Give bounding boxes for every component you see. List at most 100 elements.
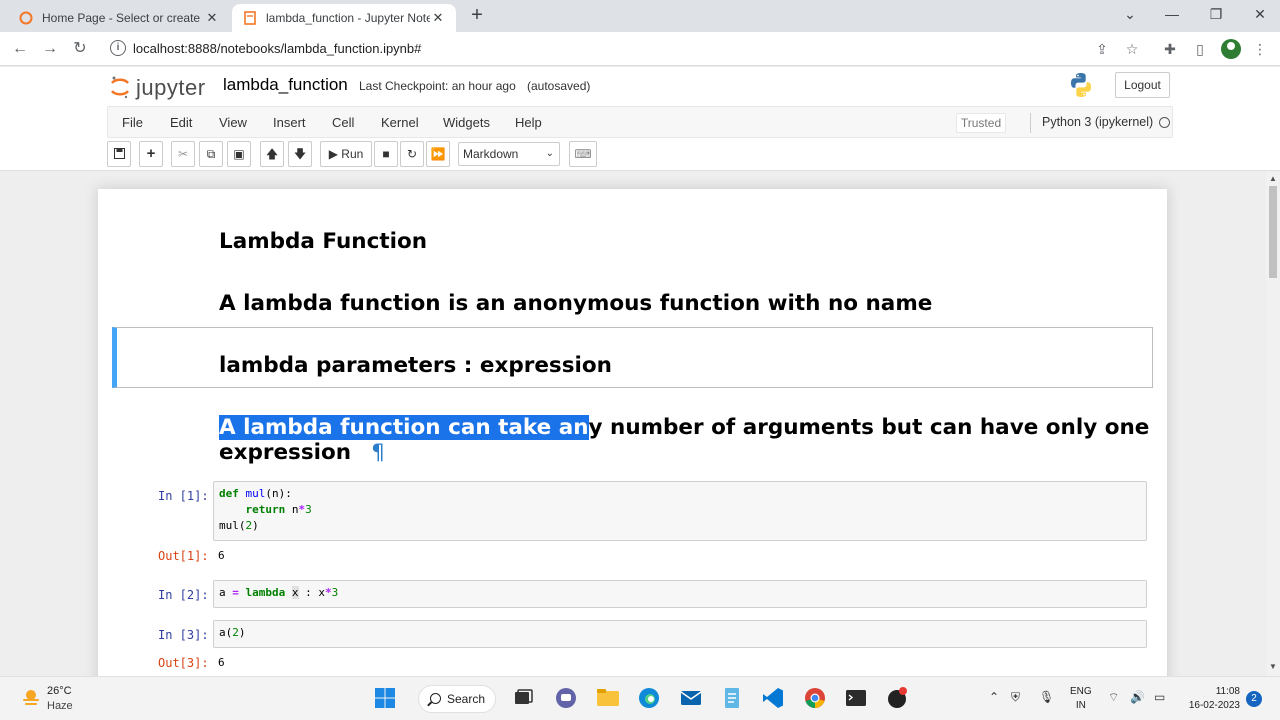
cut-scissors-icon[interactable]: ✂ xyxy=(171,141,195,167)
copy-icon[interactable]: ⧉ xyxy=(199,141,223,167)
menu-view[interactable]: View xyxy=(219,115,247,130)
search-icon xyxy=(430,693,441,704)
vertical-scrollbar[interactable]: ▲ ▼ xyxy=(1266,172,1280,676)
paste-clipboard-icon[interactable]: ▣ xyxy=(227,141,251,167)
menu-help[interactable]: Help xyxy=(515,115,542,130)
windows-start-icon[interactable] xyxy=(372,685,398,711)
python-logo-icon xyxy=(1071,73,1091,97)
command-palette-keyboard-icon[interactable]: ⌨ xyxy=(569,141,597,167)
minimize-button[interactable]: — xyxy=(1152,4,1192,26)
new-tab-button[interactable]: + xyxy=(466,5,488,26)
close-tab-icon[interactable]: ✕ xyxy=(204,10,220,26)
move-down-arrow-icon[interactable]: 🡇 xyxy=(288,141,312,167)
code-number: 2 xyxy=(245,519,253,532)
kernel-name[interactable]: Python 3 (ipykernel) xyxy=(1042,115,1153,129)
teams-chat-icon[interactable] xyxy=(553,685,579,711)
output-text: 6 xyxy=(218,549,225,562)
bookmark-star-icon[interactable]: ☆ xyxy=(1122,40,1142,60)
browser-menu-icon[interactable]: ⋮ xyxy=(1250,40,1270,60)
recorder-app-icon[interactable] xyxy=(884,685,910,711)
close-window-button[interactable]: ✕ xyxy=(1240,4,1280,26)
code-cell-3[interactable]: a(2) xyxy=(213,620,1147,648)
notebook-name[interactable]: lambda_function xyxy=(223,75,348,95)
menu-edit[interactable]: Edit xyxy=(170,115,192,130)
show-hidden-icons-chevron-icon[interactable]: ⌃ xyxy=(989,690,999,704)
chevron-down-icon: ⌄ xyxy=(545,148,554,159)
taskbar-search[interactable]: Search xyxy=(418,685,496,713)
browser-tab-strip: Home Page - Select or create a n ✕ lambd… xyxy=(0,0,1280,32)
chrome-browser-icon[interactable] xyxy=(802,685,828,711)
move-up-arrow-icon[interactable]: 🡅 xyxy=(260,141,284,167)
anchor-link-pilcrow[interactable]: ¶ xyxy=(371,440,385,465)
security-shield-icon[interactable]: ⛨ xyxy=(1011,690,1020,705)
scrollbar-thumb[interactable] xyxy=(1269,186,1277,278)
markdown-heading-syntax[interactable]: lambda parameters : expression xyxy=(219,353,612,378)
code-cell-2[interactable]: a = lambda x : x*3 xyxy=(213,580,1147,608)
system-clock[interactable]: 11:08 16-02-2023 xyxy=(1186,685,1240,713)
insert-cell-plus-icon[interactable]: + xyxy=(139,141,163,167)
markdown-heading-anonymous[interactable]: A lambda function is an anonymous functi… xyxy=(219,291,932,316)
menu-widgets[interactable]: Widgets xyxy=(443,115,490,130)
trusted-badge[interactable]: Trusted xyxy=(956,113,1006,133)
save-icon[interactable] xyxy=(107,141,131,167)
volume-icon[interactable]: 🔊 xyxy=(1130,690,1145,704)
edge-browser-icon[interactable] xyxy=(636,685,662,711)
terminal-icon[interactable] xyxy=(843,685,869,711)
wifi-icon[interactable]: ⌔ xyxy=(1108,690,1119,705)
back-arrow-icon[interactable]: ← xyxy=(8,38,32,60)
markdown-heading-lambda-function[interactable]: Lambda Function xyxy=(219,229,427,254)
menu-cell[interactable]: Cell xyxy=(332,115,354,130)
restart-run-all-icon[interactable]: ⏩ xyxy=(426,141,450,167)
close-tab-icon[interactable]: ✕ xyxy=(430,10,446,26)
side-panel-icon[interactable]: ▯ xyxy=(1190,40,1210,60)
menu-insert[interactable]: Insert xyxy=(273,115,306,130)
task-view-icon[interactable] xyxy=(510,685,536,711)
jupyter-logo-icon xyxy=(111,76,129,99)
vscode-icon[interactable] xyxy=(760,685,786,711)
region-code: IN xyxy=(1075,700,1086,711)
url-text: localhost:8888/notebooks/lambda_function… xyxy=(133,41,422,56)
reload-icon[interactable]: ↻ xyxy=(68,38,92,60)
scroll-down-arrow-icon[interactable]: ▼ xyxy=(1268,662,1278,671)
jupyter-menubar: File Edit View Insert Cell Kernel Widget… xyxy=(107,106,1173,138)
input-language[interactable]: ENG IN xyxy=(1070,685,1092,713)
battery-icon[interactable]: ▭ xyxy=(1154,690,1165,704)
cell-type-select[interactable]: Markdown ⌄ xyxy=(458,142,560,166)
notepad-icon[interactable] xyxy=(719,685,745,711)
scroll-up-arrow-icon[interactable]: ▲ xyxy=(1268,174,1278,183)
forward-arrow-icon[interactable]: → xyxy=(38,38,62,60)
address-bar[interactable]: i localhost:8888/notebooks/lambda_functi… xyxy=(104,36,1154,62)
tab-search-icon[interactable]: ⌄ xyxy=(1110,4,1150,26)
jupyter-logo[interactable]: jupyter xyxy=(110,73,210,103)
microphone-icon[interactable]: 🎙 xyxy=(1039,690,1054,704)
restore-button[interactable]: ❐ xyxy=(1196,4,1236,26)
tab-home-page[interactable]: Home Page - Select or create a n ✕ xyxy=(8,4,230,32)
mail-icon[interactable] xyxy=(678,685,704,711)
clock-date: 16-02-2023 xyxy=(1188,700,1240,711)
input-prompt: In [1]: xyxy=(158,489,209,503)
profile-avatar[interactable] xyxy=(1221,39,1241,59)
run-button[interactable]: ▶ Run xyxy=(320,141,372,167)
file-explorer-icon[interactable] xyxy=(595,685,621,711)
play-icon: ▶ xyxy=(328,147,338,161)
autosave-status: (autosaved) xyxy=(527,79,591,93)
code-cell-1[interactable]: def mul(n): return n*3 mul(2) xyxy=(213,481,1147,541)
share-icon[interactable]: ⇪ xyxy=(1092,40,1112,60)
markdown-heading-arguments[interactable]: A lambda function can take any number of… xyxy=(219,415,1149,465)
menu-kernel[interactable]: Kernel xyxy=(381,115,419,130)
extensions-puzzle-icon[interactable]: ✚ xyxy=(1160,40,1180,60)
notebook-container: Lambda Function A lambda function is an … xyxy=(98,189,1167,676)
input-prompt: In [3]: xyxy=(158,628,209,642)
tab-lambda-function[interactable]: lambda_function - Jupyter Noteb ✕ xyxy=(232,4,456,32)
restart-kernel-icon[interactable]: ↻ xyxy=(400,141,424,167)
site-info-icon[interactable]: i xyxy=(110,40,126,56)
haze-weather-icon[interactable] xyxy=(20,687,42,709)
logout-button[interactable]: Logout xyxy=(1115,72,1170,98)
interrupt-stop-icon[interactable]: ■ xyxy=(374,141,398,167)
notification-badge[interactable]: 2 xyxy=(1246,691,1262,707)
language-code: ENG xyxy=(1070,686,1092,697)
menu-file[interactable]: File xyxy=(122,115,143,130)
output-prompt: Out[1]: xyxy=(158,549,209,563)
browser-toolbar: ← → ↻ i localhost:8888/notebooks/lambda_… xyxy=(0,32,1280,66)
code-operator: = xyxy=(232,586,239,599)
